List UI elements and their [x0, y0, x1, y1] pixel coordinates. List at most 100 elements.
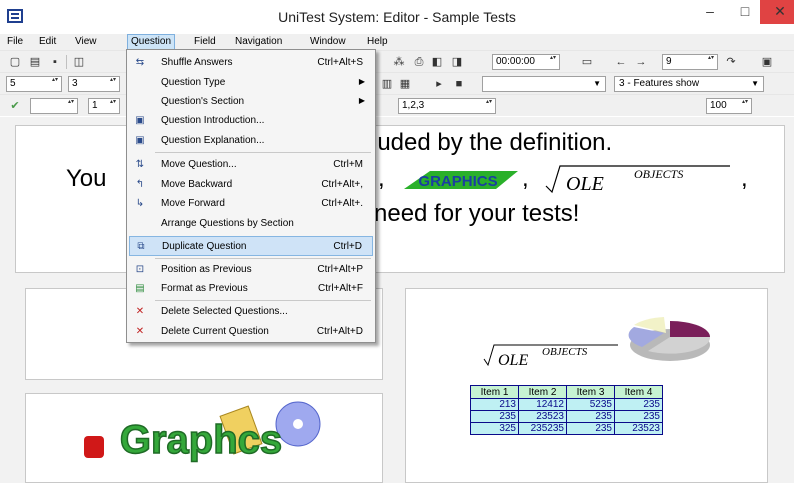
table-cell: 235 [614, 398, 663, 411]
slide-comma-1: , [378, 165, 385, 192]
menu-file[interactable]: File [4, 35, 26, 49]
answers-value: 1,2,3 [402, 100, 425, 111]
data-table[interactable]: Item 1 Item 2 Item 3 Item 4 213 12412 52… [470, 385, 663, 435]
arrow-left-icon[interactable]: ← [614, 55, 628, 69]
table-header: Item 3 [566, 385, 615, 399]
menu-item-move-forward[interactable]: ↳ Move Forward Ctrl+Alt+. [129, 194, 373, 214]
delete-current-icon: ✕ [135, 326, 145, 337]
submenu-arrow-icon: ▶ [358, 96, 365, 105]
menu-separator [155, 300, 371, 301]
menu-item-shortcut: Ctrl+Alt+P [317, 264, 363, 275]
menu-item-label: Position as Previous [161, 264, 252, 275]
table-cell: 235 [566, 410, 615, 423]
zoom-field[interactable]: 100 [706, 98, 752, 114]
table-header: Item 4 [614, 385, 663, 399]
toolbar-separator [66, 55, 67, 69]
slide-comma-3: , [741, 165, 748, 192]
menu-bar: File Edit View Question Field Navigation… [0, 34, 794, 50]
check-icon[interactable]: ✔ [8, 99, 22, 113]
menu-item-question-explanation[interactable]: ▣ Question Explanation... [129, 131, 373, 151]
spin-field-c[interactable]: 1 [88, 98, 120, 114]
blank-field[interactable] [30, 98, 78, 114]
tools-icon[interactable]: ⁂ [392, 55, 406, 69]
open-folder-icon[interactable]: ▤ [28, 55, 42, 69]
pie-slice-1 [670, 321, 710, 337]
menu-item-format-as-previous[interactable]: ▤ Format as Previous Ctrl+Alt+F [129, 279, 373, 299]
menu-item-move-question[interactable]: ⇅ Move Question... Ctrl+M [129, 155, 373, 175]
menu-item-label: Duplicate Question [162, 241, 247, 252]
stop-icon[interactable]: ■ [452, 77, 466, 91]
redo-icon[interactable]: ↷ [724, 55, 738, 69]
cd-hole [293, 419, 303, 429]
features-combo[interactable]: 3 - Features show ▼ [614, 76, 764, 92]
mug-icon [84, 436, 104, 458]
move-backward-icon: ↰ [135, 179, 145, 190]
maximize-button[interactable]: □ [725, 0, 765, 24]
sheet-icon[interactable]: ◨ [450, 55, 464, 69]
table-cell: 5235 [566, 398, 615, 411]
slide-line-1: luded by the definition. [372, 129, 613, 156]
print-icon[interactable]: ⎙ [412, 55, 426, 69]
window-icon[interactable]: ▣ [760, 55, 774, 69]
menu-item-shortcut: Ctrl+M [333, 159, 363, 170]
menu-view[interactable]: View [72, 35, 100, 49]
answer-panel-b[interactable]: Graphcs [25, 393, 383, 483]
spin-field-a[interactable]: 5 [6, 76, 62, 92]
properties-icon[interactable]: ◫ [72, 55, 86, 69]
new-file-icon[interactable]: ▢ [8, 55, 22, 69]
empty-combo[interactable]: ▼ [482, 76, 606, 92]
menu-item-delete-current[interactable]: ✕ Delete Current Question Ctrl+Alt+D [129, 322, 373, 342]
preview-icon[interactable]: ◧ [430, 55, 444, 69]
menu-edit[interactable]: Edit [36, 35, 59, 49]
menu-item-position-as-previous[interactable]: ⊡ Position as Previous Ctrl+Alt+P [129, 260, 373, 280]
menu-item-arrange-by-section[interactable]: Arrange Questions by Section [129, 214, 373, 234]
menu-item-duplicate-question[interactable]: ⧉ Duplicate Question Ctrl+D [129, 236, 373, 256]
menu-item-shortcut: Ctrl+D [333, 241, 362, 252]
menu-item-label: Question Introduction... [161, 115, 265, 126]
move-question-icon: ⇅ [135, 159, 145, 170]
save-icon[interactable]: ▪ [48, 55, 62, 69]
page-number-field[interactable]: 9 [662, 54, 718, 70]
menu-question[interactable]: Question [127, 34, 176, 50]
ole-text: OLE [498, 352, 528, 369]
table-cell: 235235 [518, 422, 567, 435]
menu-item-label: Delete Selected Questions... [161, 306, 288, 317]
ole-text: OLE [566, 173, 604, 195]
menu-item-question-type[interactable]: Question Type ▶ [129, 73, 373, 93]
menu-item-label: Delete Current Question [161, 326, 269, 337]
minimize-button[interactable]: – [690, 0, 730, 24]
graphics-word: GRAPHICS [418, 173, 497, 190]
menu-item-shuffle-answers[interactable]: ⇆ Shuffle Answers Ctrl+Alt+S [129, 53, 373, 73]
features-value: 3 - Features show [619, 78, 700, 89]
menu-window[interactable]: Window [307, 35, 349, 49]
screen-icon[interactable]: ▭ [580, 55, 594, 69]
answer-toolbar: ✔ 1 1,2,3 100 [0, 94, 794, 116]
play-icon[interactable]: ▸ [432, 77, 446, 91]
table-cell: 325 [470, 422, 519, 435]
spin-field-b[interactable]: 3 [68, 76, 120, 92]
menu-separator [155, 152, 371, 153]
menu-help[interactable]: Help [364, 35, 391, 49]
ole-object-bottom: OLE OBJECTS [483, 344, 618, 369]
menu-item-label: Shuffle Answers [161, 57, 233, 68]
pie-chart-object [628, 317, 711, 361]
arrow-right-icon[interactable]: → [634, 55, 648, 69]
image-icon[interactable]: ▥ [380, 77, 394, 91]
timer-field[interactable]: 00:00:00 [492, 54, 560, 70]
table-header: Item 1 [470, 385, 519, 399]
menu-item-question-introduction[interactable]: ▣ Question Introduction... [129, 111, 373, 131]
spin-c-value: 1 [92, 100, 98, 111]
menu-item-shortcut: Ctrl+Alt+, [321, 179, 363, 190]
title-bar: UniTest System: Editor - Sample Tests – … [0, 0, 794, 34]
close-button[interactable]: ✕ [760, 0, 794, 24]
main-toolbar: ▢ ▤ ▪ ◫ ⁂ ⎙ ◧ ◨ 00:00:00 ▭ ← → 9 ↷ ▣ [0, 50, 794, 72]
menu-item-question-section[interactable]: Question's Section ▶ [129, 92, 373, 112]
answers-field[interactable]: 1,2,3 [398, 98, 496, 114]
menu-item-delete-selected[interactable]: ✕ Delete Selected Questions... [129, 302, 373, 322]
menu-navigation[interactable]: Navigation [232, 35, 285, 49]
chart-icon[interactable]: ▦ [398, 77, 412, 91]
menu-item-move-backward[interactable]: ↰ Move Backward Ctrl+Alt+, [129, 175, 373, 195]
menu-item-label: Question Explanation... [161, 135, 265, 146]
format-icon: ▤ [135, 283, 145, 294]
menu-field[interactable]: Field [191, 35, 219, 49]
